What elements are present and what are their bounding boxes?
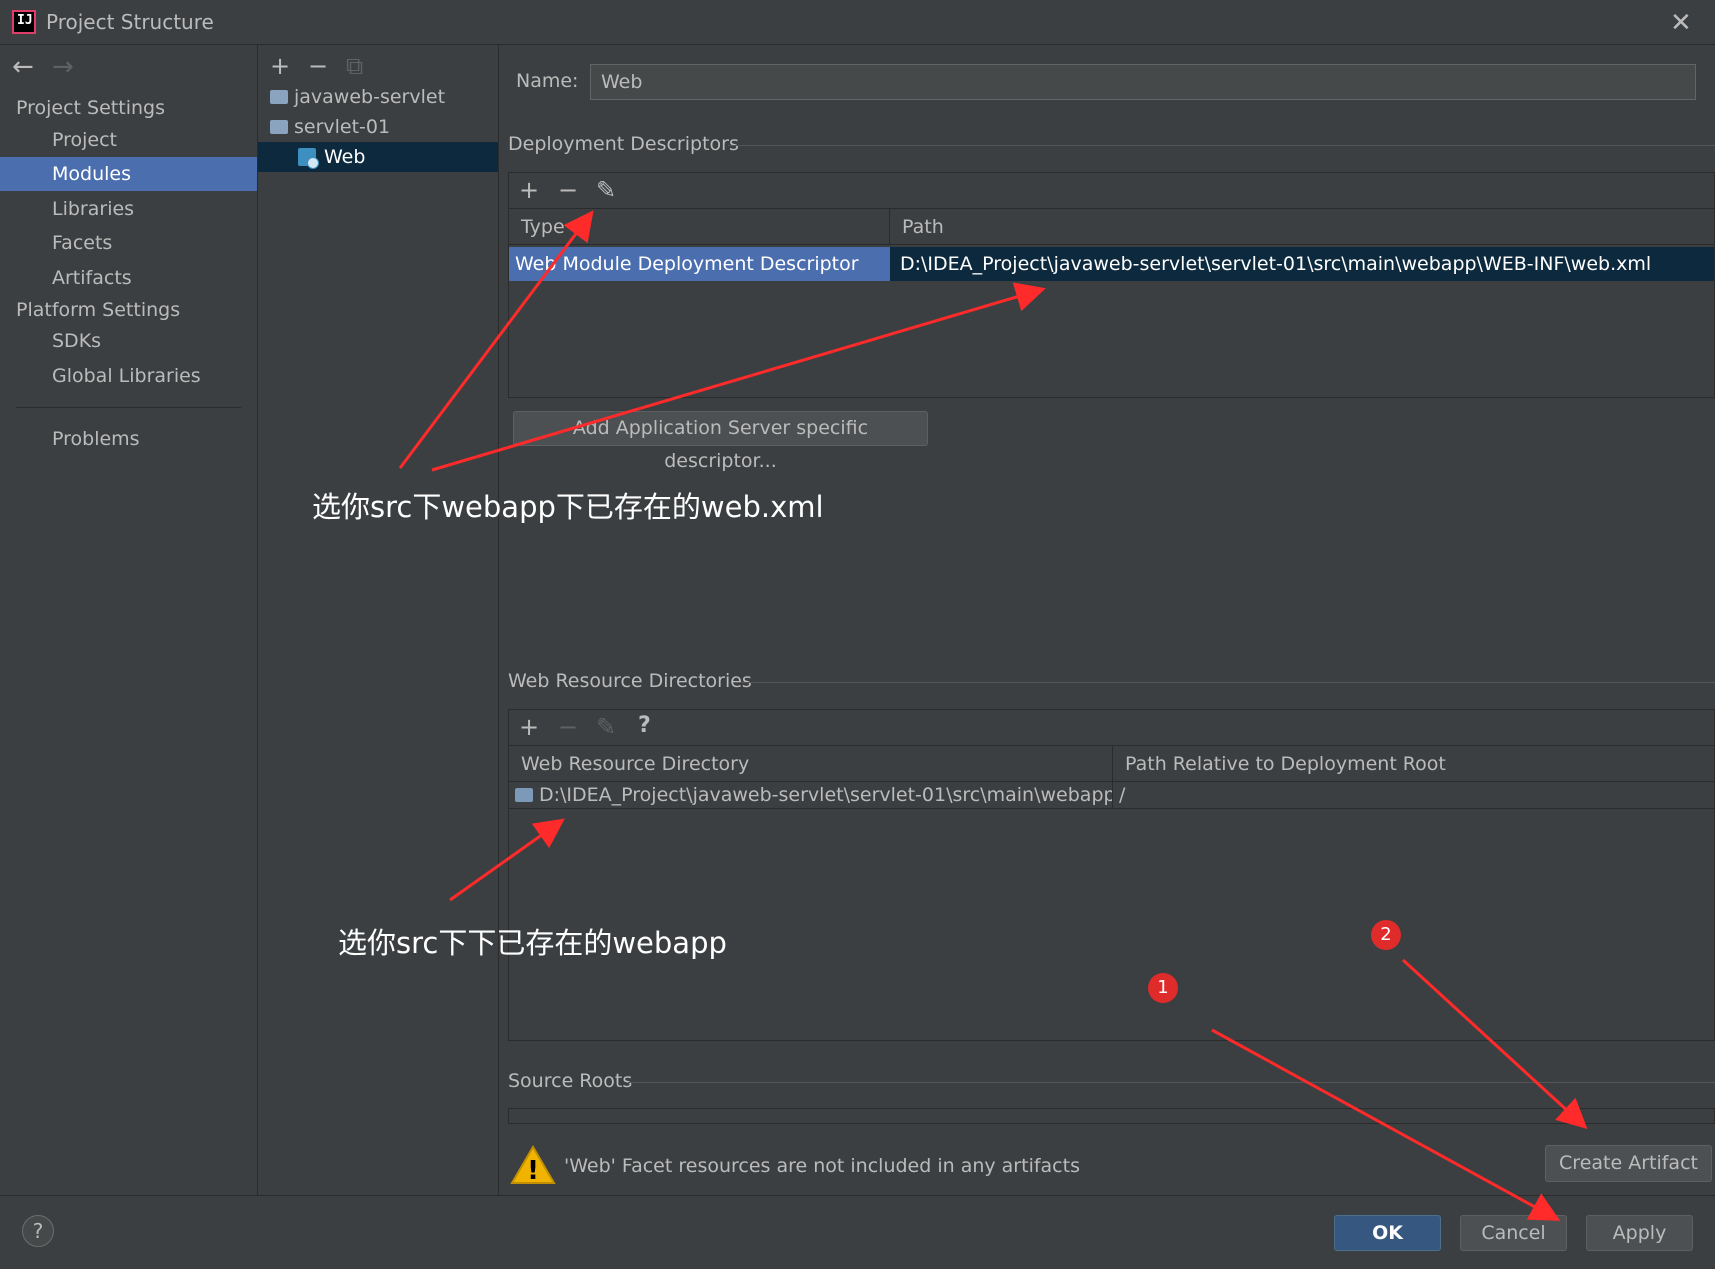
sidebar-item-artifacts[interactable]: Artifacts <box>0 261 257 295</box>
warning-message: 'Web' Facet resources are not included i… <box>564 1155 1080 1177</box>
web-facet-icon <box>298 148 319 169</box>
resource-dirs-toolbar <box>509 710 1714 746</box>
resource-directory-cell[interactable]: D:\IDEA_Project\javaweb-servlet\servlet-… <box>509 781 1113 809</box>
edit-descriptor-icon[interactable]: ✎ <box>596 176 616 204</box>
cancel-button[interactable]: Cancel <box>1460 1215 1567 1251</box>
title-bar <box>0 0 1715 45</box>
remove-resource-dir-icon[interactable]: − <box>558 713 578 741</box>
resource-directory-path: D:\IDEA_Project\javaweb-servlet\servlet-… <box>539 784 1113 806</box>
tree-item-label: javaweb-servlet <box>294 86 446 108</box>
web-resource-directories-title: Web Resource Directories <box>508 670 752 692</box>
apply-button[interactable]: Apply <box>1586 1215 1693 1251</box>
window-title: Project Structure <box>46 10 214 34</box>
deployment-descriptors-title: Deployment Descriptors <box>508 133 739 155</box>
tree-item-servlet-01[interactable]: servlet-01 <box>258 112 498 142</box>
column-header-relative-path[interactable]: Path Relative to Deployment Root <box>1113 746 1714 782</box>
svg-text:!: ! <box>527 1156 539 1185</box>
name-label: Name: <box>516 70 579 92</box>
warning-icon: ! <box>510 1145 556 1185</box>
help-resource-dir-icon[interactable]: ? <box>638 713 651 738</box>
forward-arrow-icon[interactable]: → <box>52 52 74 82</box>
remove-descriptor-icon[interactable]: − <box>558 176 578 204</box>
intellij-app-icon: IJ <box>12 10 36 34</box>
descriptors-toolbar <box>509 173 1714 209</box>
ok-button[interactable]: OK <box>1334 1215 1441 1251</box>
project-settings-header: Project Settings <box>16 97 165 119</box>
section-divider <box>728 145 1715 146</box>
arrow-to-cancel <box>1211 1028 1561 1221</box>
edit-resource-dir-icon[interactable]: ✎ <box>596 713 616 741</box>
column-header-path[interactable]: Path <box>890 209 1714 245</box>
sidebar-divider <box>16 407 241 408</box>
help-icon[interactable]: ? <box>22 1215 54 1247</box>
module-folder-icon <box>270 90 288 104</box>
sidebar-item-global-libraries[interactable]: Global Libraries <box>0 359 257 393</box>
remove-module-icon[interactable]: − <box>308 52 328 80</box>
add-server-descriptor-button[interactable]: Add Application Server specific descript… <box>513 411 928 472</box>
source-roots-title: Source Roots <box>508 1070 633 1092</box>
annotation-note-webapp: 选你src下下已存在的webapp <box>338 926 727 960</box>
column-header-type[interactable]: Type <box>509 209 890 245</box>
step-badge-2: 2 <box>1371 920 1401 950</box>
sidebar-item-project[interactable]: Project <box>0 123 257 157</box>
tree-item-label: servlet-01 <box>294 116 391 138</box>
add-descriptor-icon[interactable]: + <box>519 176 539 204</box>
section-divider <box>628 1082 1715 1083</box>
relative-path-cell[interactable]: / <box>1113 781 1714 809</box>
copy-module-icon[interactable]: ⧉ <box>346 52 363 80</box>
tree-item-label: Web <box>324 146 366 168</box>
section-divider <box>740 682 1715 683</box>
step-badge-1: 1 <box>1148 973 1178 1003</box>
back-arrow-icon[interactable]: ← <box>12 52 34 82</box>
add-resource-dir-icon[interactable]: + <box>519 713 539 741</box>
sidebar-item-problems[interactable]: Problems <box>0 422 257 456</box>
annotation-note-web-xml: 选你src下webapp下已存在的web.xml <box>312 490 824 524</box>
module-folder-icon <box>270 120 288 134</box>
web-folder-icon <box>515 788 533 802</box>
sidebar-item-libraries[interactable]: Libraries <box>0 192 257 226</box>
sidebar-item-modules[interactable]: Modules <box>0 157 257 191</box>
platform-settings-header: Platform Settings <box>16 299 181 321</box>
tree-item-javaweb-servlet[interactable]: javaweb-servlet <box>258 82 498 112</box>
sidebar-item-sdks[interactable]: SDKs <box>0 324 257 358</box>
source-roots-panel <box>508 1108 1715 1124</box>
close-icon[interactable]: ✕ <box>1670 8 1692 38</box>
create-artifact-button[interactable]: Create Artifact <box>1545 1145 1712 1182</box>
descriptor-path-cell[interactable]: D:\IDEA_Project\javaweb-servlet\servlet-… <box>890 247 1714 281</box>
module-tree-panel <box>258 45 499 1195</box>
add-module-icon[interactable]: + <box>270 52 290 80</box>
facet-name-input[interactable] <box>590 64 1696 100</box>
dialog-footer <box>0 1195 1715 1269</box>
sidebar-item-facets[interactable]: Facets <box>0 226 257 260</box>
column-header-web-resource-directory[interactable]: Web Resource Directory <box>509 746 1113 782</box>
tree-item-web[interactable]: Web <box>258 142 498 172</box>
descriptor-type-cell[interactable]: Web Module Deployment Descriptor <box>509 247 890 281</box>
